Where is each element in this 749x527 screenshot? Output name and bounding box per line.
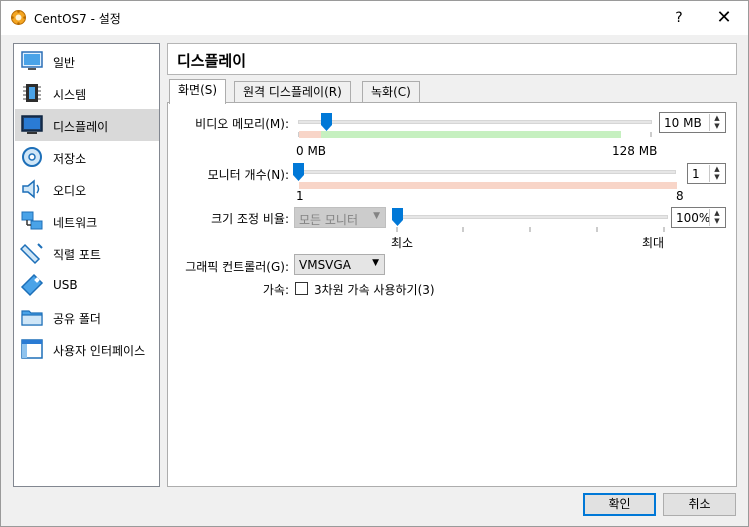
sidebar-item-user-interface[interactable]: 사용자 인터페이스 bbox=[15, 333, 159, 365]
ok-button[interactable]: 확인 bbox=[583, 493, 656, 516]
acceleration-label: 가속: bbox=[262, 283, 289, 297]
chevron-down-icon: ▼ bbox=[372, 258, 379, 268]
monitor-count-label: 모니터 개수(N): bbox=[207, 168, 289, 182]
scale-factor-slider-track[interactable] bbox=[394, 215, 668, 219]
general-icon bbox=[21, 51, 43, 70]
sidebar-item-usb[interactable]: USB bbox=[15, 269, 159, 301]
settings-window: CentOS7 - 설정 ? ✕ 일반 시스템 디스플레이 저장소 오디오 네트… bbox=[0, 0, 749, 527]
sidebar-item-network[interactable]: 네트워크 bbox=[15, 205, 159, 237]
sidebar-item-general[interactable]: 일반 bbox=[15, 45, 159, 77]
monitor-count-value: 1 bbox=[692, 167, 700, 181]
sidebar-item-label: 공유 폴더 bbox=[53, 312, 101, 326]
monitor-count-min-label: 1 bbox=[296, 189, 304, 203]
sidebar-item-label: 네트워크 bbox=[53, 216, 98, 230]
sidebar-item-shared-folders[interactable]: 공유 폴더 bbox=[15, 301, 159, 333]
tab-recording[interactable]: 녹화(C) bbox=[362, 81, 420, 102]
serial-port-icon bbox=[20, 243, 43, 265]
scale-factor-max-label: 최대 bbox=[642, 236, 665, 250]
spin-up-icon[interactable]: ▲ bbox=[710, 165, 724, 173]
display-monitor-icon bbox=[21, 115, 43, 134]
page-title: 디스플레이 bbox=[177, 52, 247, 70]
3d-acceleration-checkbox-label[interactable]: 3차원 가속 사용하기(3) bbox=[314, 281, 435, 298]
sidebar-item-label: USB bbox=[53, 278, 78, 292]
window-title: CentOS7 - 설정 bbox=[34, 12, 121, 26]
sidebar-item-system[interactable]: 시스템 bbox=[15, 77, 159, 109]
graphics-controller-label: 그래픽 컨트롤러(G): bbox=[185, 260, 289, 274]
spin-up-icon[interactable]: ▲ bbox=[710, 209, 724, 217]
close-button[interactable]: ✕ bbox=[706, 6, 742, 30]
screen-tab-panel: 비디오 메모리(M): 0 MB 128 MB 10 MB ▲ ▼ 모니터 개수… bbox=[167, 102, 737, 487]
monitor-count-spinbox[interactable]: 1 ▲ ▼ bbox=[687, 163, 726, 184]
spin-buttons: ▲ ▼ bbox=[709, 114, 724, 131]
audio-speaker-icon bbox=[22, 179, 40, 199]
scale-monitor-select-value: 모든 모니터 bbox=[299, 213, 359, 227]
scale-factor-slider-thumb[interactable] bbox=[392, 208, 403, 226]
tab-remote-display[interactable]: 원격 디스플레이(R) bbox=[234, 81, 351, 102]
scale-factor-min-label: 최소 bbox=[391, 236, 414, 250]
settings-category-list: 일반 시스템 디스플레이 저장소 오디오 네트워크 직렬 포트 USB 공유 폴… bbox=[13, 43, 160, 487]
sidebar-item-display[interactable]: 디스플레이 bbox=[15, 109, 159, 141]
sidebar-item-label: 시스템 bbox=[53, 88, 87, 102]
user-interface-icon bbox=[21, 339, 43, 359]
usb-icon bbox=[20, 273, 44, 297]
monitor-count-max-label: 8 bbox=[676, 189, 684, 203]
storage-disc-icon bbox=[22, 147, 42, 167]
settings-content: 디스플레이 화면(S) 원격 디스플레이(R) 녹화(C) 비디오 메모리(M)… bbox=[167, 43, 737, 487]
video-memory-spinbox[interactable]: 10 MB ▲ ▼ bbox=[659, 112, 726, 133]
video-memory-recommended-range bbox=[321, 131, 621, 138]
monitor-count-range bbox=[299, 182, 677, 189]
tab-screen[interactable]: 화면(S) bbox=[169, 79, 227, 104]
spin-buttons: ▲ ▼ bbox=[709, 165, 724, 182]
system-chip-icon bbox=[23, 84, 41, 102]
video-memory-slider-thumb[interactable] bbox=[320, 113, 332, 131]
virtualbox-app-icon bbox=[11, 10, 26, 25]
sidebar-item-label: 디스플레이 bbox=[53, 120, 109, 134]
sidebar-item-audio[interactable]: 오디오 bbox=[15, 173, 159, 205]
graphics-controller-select[interactable]: VMSVGA ▼ bbox=[294, 254, 385, 275]
spin-down-icon[interactable]: ▼ bbox=[710, 217, 724, 225]
cancel-button[interactable]: 취소 bbox=[663, 493, 736, 516]
monitor-count-slider-track[interactable] bbox=[298, 170, 676, 174]
scale-factor-value: 100% bbox=[676, 211, 711, 225]
video-memory-low-range bbox=[299, 131, 321, 138]
sidebar-item-serial-port[interactable]: 직렬 포트 bbox=[15, 237, 159, 269]
spin-down-icon[interactable]: ▼ bbox=[710, 122, 724, 130]
chevron-down-icon: ▼ bbox=[373, 211, 380, 221]
page-header: 디스플레이 bbox=[167, 43, 737, 75]
video-memory-label: 비디오 메모리(M): bbox=[195, 117, 289, 131]
sidebar-item-label: 오디오 bbox=[53, 184, 87, 198]
monitor-count-slider-thumb[interactable] bbox=[293, 163, 304, 181]
graphics-controller-value: VMSVGA bbox=[299, 258, 351, 272]
scale-factor-spinbox[interactable]: 100% ▲ ▼ bbox=[671, 207, 726, 228]
scale-factor-ticks bbox=[396, 227, 665, 232]
sidebar-item-label: 저장소 bbox=[53, 152, 87, 166]
help-button[interactable]: ? bbox=[661, 6, 697, 30]
spin-up-icon[interactable]: ▲ bbox=[710, 114, 724, 122]
scale-factor-label: 크기 조정 비율: bbox=[211, 212, 289, 226]
video-memory-slider-track[interactable] bbox=[298, 120, 652, 124]
shared-folder-icon bbox=[21, 310, 43, 326]
3d-acceleration-checkbox[interactable] bbox=[295, 282, 308, 295]
spin-down-icon[interactable]: ▼ bbox=[710, 173, 724, 181]
video-memory-min-label: 0 MB bbox=[296, 144, 327, 158]
video-memory-max-label: 128 MB bbox=[612, 144, 658, 158]
sidebar-item-label: 사용자 인터페이스 bbox=[53, 344, 146, 358]
sidebar-item-label: 일반 bbox=[53, 56, 76, 70]
spin-buttons: ▲ ▼ bbox=[709, 209, 724, 226]
sidebar-item-storage[interactable]: 저장소 bbox=[15, 141, 159, 173]
title-bar: CentOS7 - 설정 ? ✕ bbox=[1, 1, 748, 35]
scale-monitor-select: 모든 모니터 ▼ bbox=[294, 207, 386, 228]
video-memory-value: 10 MB bbox=[664, 116, 702, 130]
sidebar-item-label: 직렬 포트 bbox=[53, 248, 101, 262]
network-icon bbox=[21, 211, 43, 230]
